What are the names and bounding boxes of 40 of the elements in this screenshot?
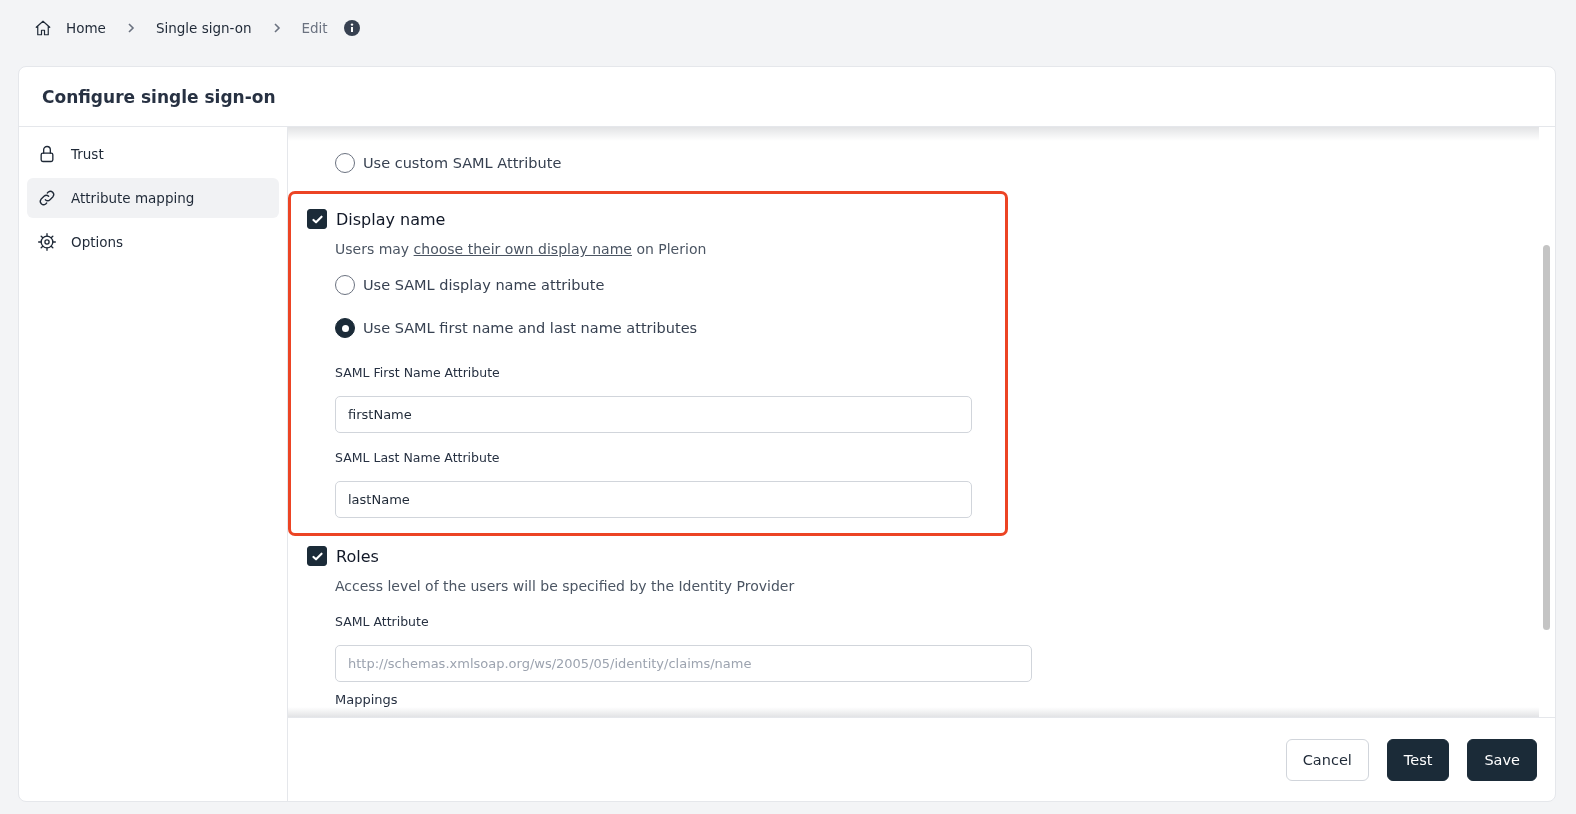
radio-option[interactable]: Use SAML display name attribute bbox=[335, 273, 989, 297]
info-icon bbox=[343, 20, 360, 36]
field-label: SAML First Name Attribute bbox=[335, 364, 501, 382]
text-link[interactable]: choose their own display name bbox=[413, 241, 632, 257]
field-label: SAML Attribute bbox=[335, 613, 430, 631]
field-label: SAML Last Name Attribute bbox=[335, 449, 501, 467]
home-icon bbox=[34, 19, 52, 37]
subheading: Mappings bbox=[335, 691, 399, 709]
breadcrumb-link[interactable]: Single sign-on bbox=[155, 20, 252, 36]
gear-icon bbox=[37, 232, 57, 252]
breadcrumb-link[interactable]: Home bbox=[34, 19, 106, 37]
radio-option[interactable]: Use custom SAML Attribute bbox=[335, 151, 989, 175]
radio-label: Use SAML first name and last name attributes bbox=[363, 320, 698, 336]
input-field[interactable]: firstName bbox=[335, 396, 972, 433]
link-icon bbox=[37, 188, 57, 208]
checkbox[interactable] bbox=[307, 209, 327, 229]
input-field[interactable]: lastName bbox=[335, 481, 972, 518]
radio-label: Use custom SAML Attribute bbox=[363, 155, 562, 171]
sidebar-item[interactable]: Attribute mapping bbox=[27, 178, 279, 218]
radio-button[interactable] bbox=[335, 153, 355, 173]
scrollbar-thumb[interactable] bbox=[1543, 245, 1550, 630]
action-button[interactable]: Test bbox=[1386, 738, 1450, 781]
action-button[interactable]: Cancel bbox=[1285, 738, 1369, 781]
radio-option[interactable]: Use SAML first name and last name attributes bbox=[335, 316, 989, 340]
checkbox[interactable] bbox=[307, 546, 327, 566]
radio-button[interactable] bbox=[335, 318, 355, 338]
chevron-icon bbox=[271, 23, 282, 33]
description-text: Users may choose their own display name on Plerion bbox=[335, 240, 708, 259]
section-label: Display name bbox=[336, 209, 446, 229]
chevron-icon bbox=[125, 23, 136, 33]
section-label: Roles bbox=[336, 546, 379, 566]
action-button[interactable]: Save bbox=[1467, 738, 1537, 781]
radio-button[interactable] bbox=[335, 275, 355, 295]
input-field[interactable]: http://schemas.xmlsoap.org/ws/2005/05/identity/claims/name bbox=[335, 645, 1032, 682]
page-title: Configure single sign-on bbox=[42, 86, 276, 107]
sidebar-item[interactable]: Options bbox=[27, 222, 279, 262]
description-text: Access level of the users will be specified by the Identity Provider bbox=[335, 577, 796, 596]
sidebar-item[interactable]: Trust bbox=[27, 134, 279, 174]
breadcrumb-current: Edit bbox=[301, 20, 328, 36]
radio-label: Use SAML display name attribute bbox=[363, 277, 605, 293]
